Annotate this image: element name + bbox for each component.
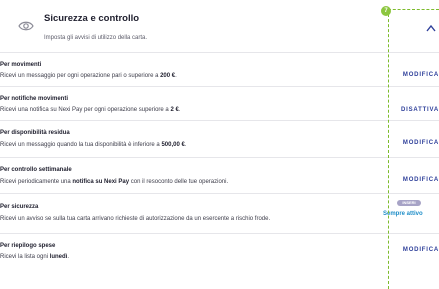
section-subtitle: Imposta gli avvisi di utilizzo della car… — [44, 35, 148, 41]
alert-description: Ricevi un messaggio quando la tua dispon… — [0, 142, 187, 148]
alert-row-controllo-settimanale: Per controllo settimanale Ricevi periodi… — [0, 158, 439, 194]
annotation-guide-line — [388, 9, 439, 10]
alert-title: Per controllo settimanale — [0, 167, 72, 173]
alert-row-notifiche-movimenti: Per notifiche movimenti Ricevi una notif… — [0, 87, 439, 121]
annotation-number-marker: 7 — [381, 6, 391, 16]
modify-button[interactable]: MODIFICA — [403, 72, 439, 78]
chevron-up-icon[interactable] — [426, 24, 436, 32]
security-control-panel: Sicurezza e controllo Imposta gli avvisi… — [0, 0, 439, 289]
alert-title: Per movimenti — [0, 62, 42, 68]
alert-description: Ricevi un messaggio per ogni operazione … — [0, 73, 177, 79]
alert-title: Per disponibilità residua — [0, 130, 70, 136]
alert-description: Ricevi una notifica su Nexi Pay per ogni… — [0, 107, 181, 113]
alert-row-disponibilita-residua: Per disponibilità residua Ricevi un mess… — [0, 121, 439, 158]
alert-description: Ricevi periodicamente una notifica su Ne… — [0, 179, 229, 185]
section-title: Sicurezza e controllo — [44, 13, 140, 24]
alert-row-sicurezza: Per sicurezza Ricevi un avviso se sulla … — [0, 194, 439, 234]
alert-title: Per notifiche movimenti — [0, 96, 69, 102]
section-header[interactable]: Sicurezza e controllo Imposta gli avvisi… — [0, 0, 439, 53]
eye-icon — [18, 21, 34, 31]
modify-button[interactable]: MODIFICA — [403, 247, 439, 253]
alert-row-riepilogo-spese: Per riepilogo spese Ricevi la lista ogni… — [0, 234, 439, 287]
modify-button[interactable]: MODIFICA — [403, 140, 439, 146]
alert-title: Per sicurezza — [0, 204, 39, 210]
annotation-guide-line — [388, 9, 389, 289]
alert-title: Per riepilogo spese — [0, 243, 56, 249]
deactivate-button[interactable]: DISATTIVA — [401, 107, 439, 113]
alert-row-movimenti: Per movimenti Ricevi un messaggio per og… — [0, 53, 439, 87]
modify-button[interactable]: MODIFICA — [403, 177, 439, 183]
alert-description: Ricevi la lista ogni lunedì. — [0, 254, 70, 260]
alert-description: Ricevi un avviso se sulla tua carta arri… — [0, 216, 271, 222]
status-badge: INSERI — [397, 200, 421, 206]
